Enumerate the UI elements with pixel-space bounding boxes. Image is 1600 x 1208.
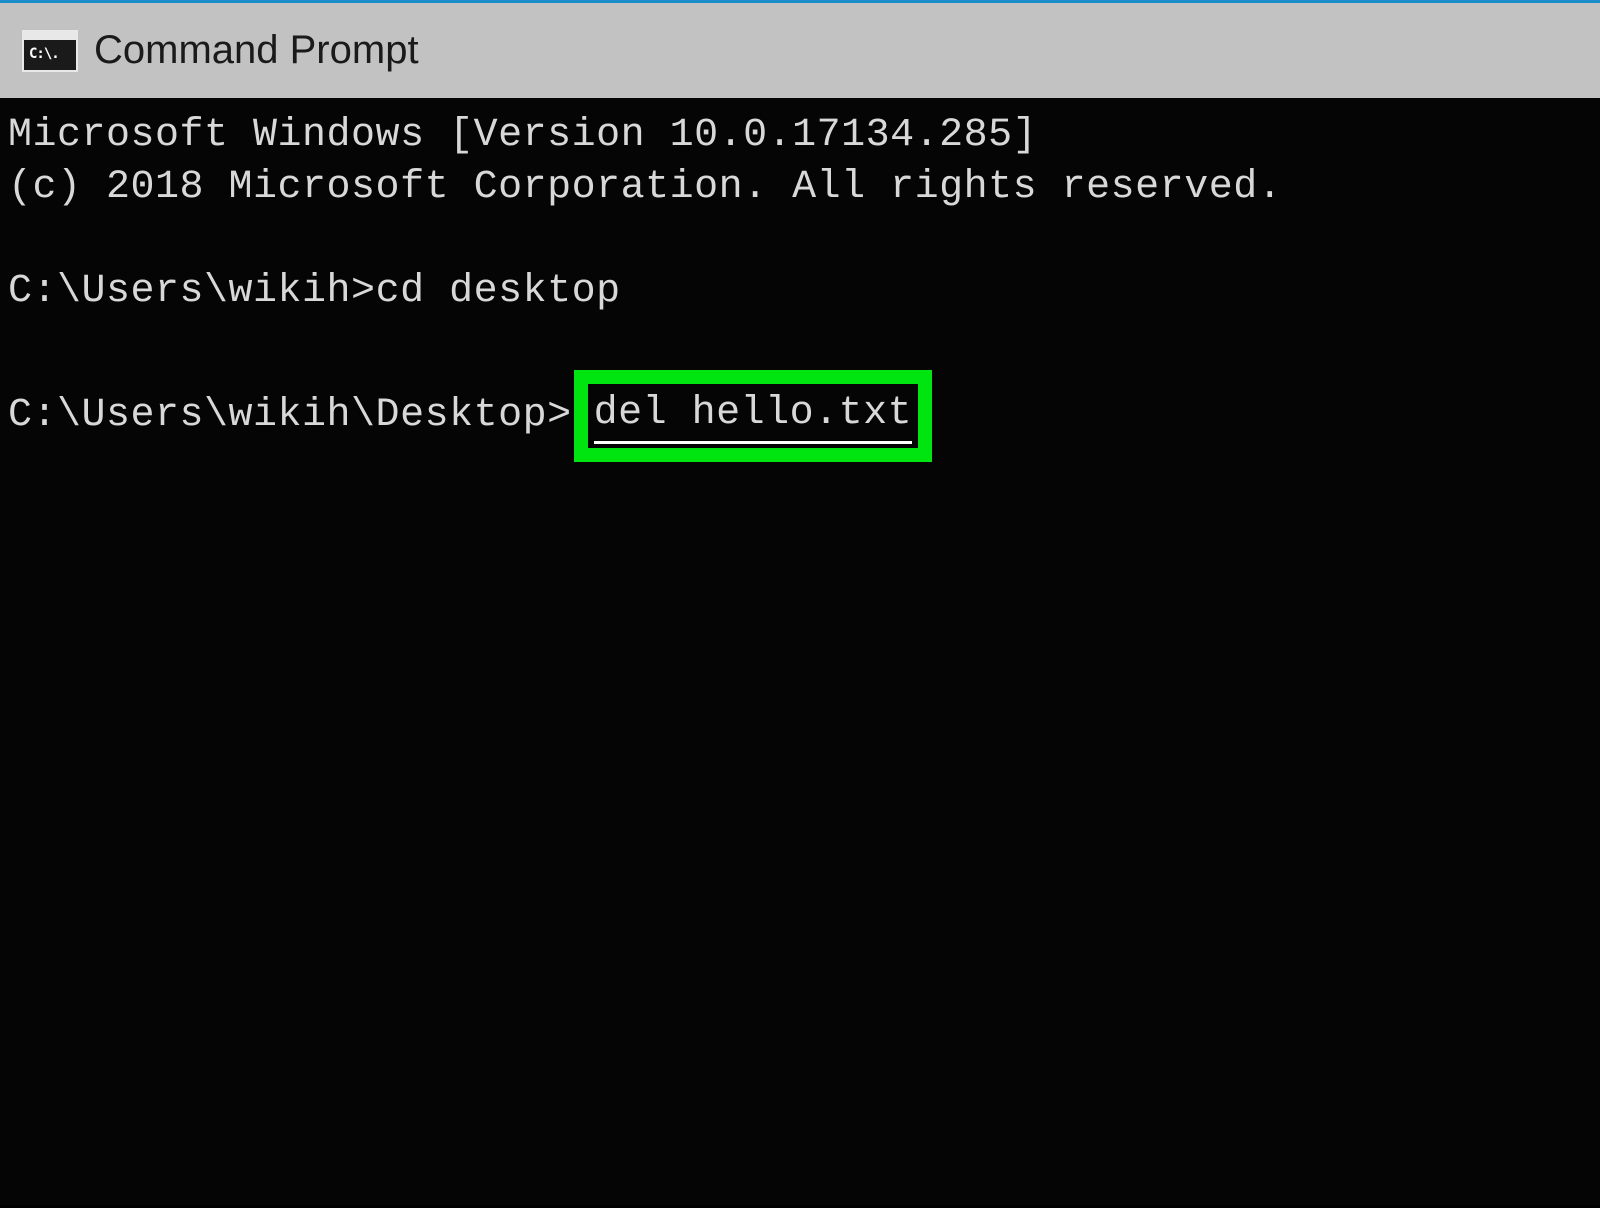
banner-copyright-line: (c) 2018 Microsoft Corporation. All righ…	[8, 162, 1592, 214]
highlighted-command-box: del hello.txt	[574, 370, 933, 462]
blank-line	[8, 318, 1592, 370]
window-titlebar[interactable]: C:\. Command Prompt	[0, 3, 1600, 98]
command-input-2: del hello.txt	[594, 388, 913, 444]
banner-version-line: Microsoft Windows [Version 10.0.17134.28…	[8, 110, 1592, 162]
terminal-output-area[interactable]: Microsoft Windows [Version 10.0.17134.28…	[0, 98, 1600, 1205]
command-prompt-icon-label: C:\.	[29, 46, 59, 62]
window-title: Command Prompt	[94, 28, 419, 73]
command-input-1: cd desktop	[376, 266, 621, 318]
prompt-line-1: C:\Users\wikih>cd desktop	[8, 266, 1592, 318]
prompt-path-1: C:\Users\wikih>	[8, 266, 376, 318]
blank-line	[8, 214, 1592, 266]
prompt-path-2: C:\Users\wikih\Desktop>	[8, 390, 572, 442]
command-prompt-icon: C:\.	[22, 30, 78, 72]
prompt-line-2: C:\Users\wikih\Desktop> del hello.txt	[8, 370, 1592, 462]
